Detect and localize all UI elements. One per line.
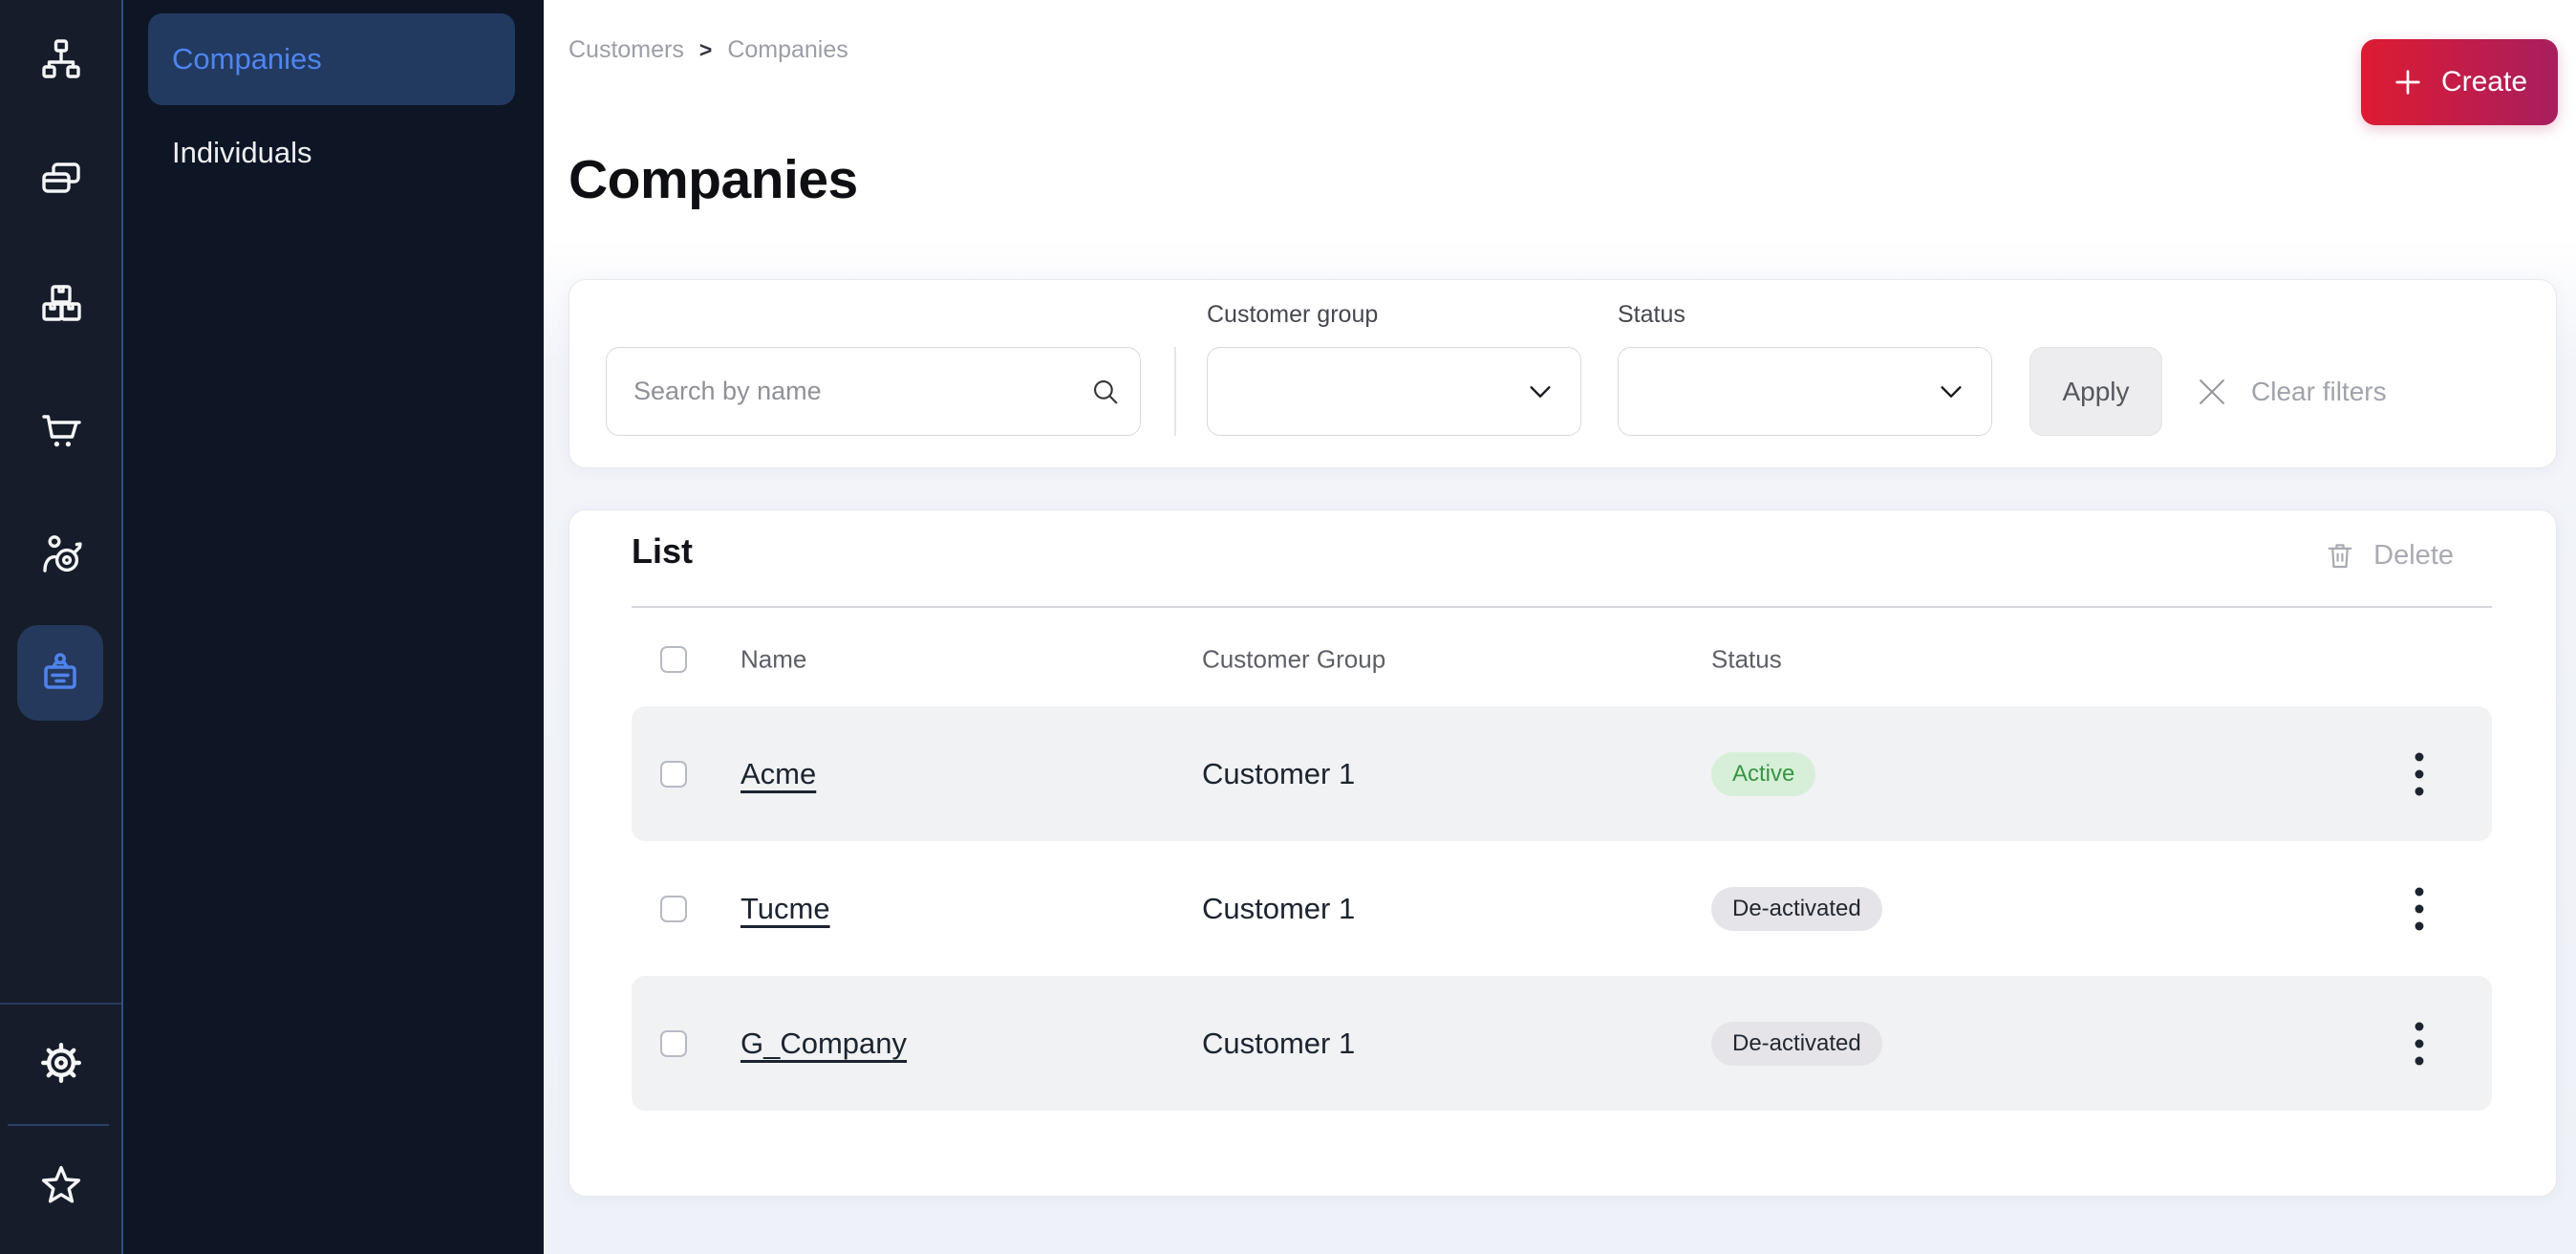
sidebar-item-companies[interactable]: Companies [148,13,515,105]
filter-divider [1174,347,1176,436]
row-checkbox[interactable] [660,896,687,922]
customers-badge-icon[interactable] [17,625,103,721]
table-row: G_Company Customer 1 De-activated [632,976,2492,1111]
marketing-target-icon[interactable] [33,527,89,582]
list-divider [632,606,2492,608]
sidebar-item-individuals[interactable]: Individuals [148,107,515,199]
list-title: List [632,531,693,572]
row-customer-group: Customer 1 [1202,892,1355,926]
company-name-link[interactable]: G_Company [741,1027,907,1061]
customer-group-select[interactable] [1207,347,1581,436]
row-actions-kebab-icon[interactable] [2400,1015,2438,1072]
row-status-cell: Active [1711,752,1815,796]
status-badge: Active [1711,752,1815,796]
column-header-status: Status [1711,645,1782,675]
row-customer-group: Customer 1 [1202,757,1355,791]
search-field-wrap [606,347,1141,436]
products-boxes-icon[interactable] [33,275,89,331]
table-row: Acme Customer 1 Active [632,706,2492,841]
breadcrumb-companies[interactable]: Companies [727,36,848,64]
customer-group-label: Customer group [1207,301,1378,329]
apply-button[interactable]: Apply [2029,347,2162,436]
list-card: List Delete Name Customer Group Status A… [569,509,2557,1197]
status-label: Status [1618,301,1685,329]
row-status-cell: De-activated [1711,1022,1882,1066]
search-icon [1089,376,1122,408]
chevron-down-icon [1525,377,1556,407]
column-header-group: Customer Group [1202,645,1385,675]
row-checkbox[interactable] [660,1030,687,1057]
x-icon [2194,374,2230,410]
secondary-sidebar: Companies Individuals [123,0,544,1254]
breadcrumb-customers[interactable]: Customers [569,36,684,64]
company-name-link[interactable]: Acme [741,757,816,791]
search-input[interactable] [606,347,1141,436]
page-title: Companies [569,148,858,211]
clear-filters-label: Clear filters [2251,377,2387,407]
main-content: Customers > Companies Create Companies C… [544,0,2576,1254]
column-header-name: Name [741,645,806,675]
status-select[interactable] [1618,347,1992,436]
table-row: Tucme Customer 1 De-activated [632,841,2492,976]
breadcrumb-separator: > [699,37,712,63]
table-header: Name Customer Group Status [632,623,2492,696]
apply-button-label: Apply [2062,377,2129,407]
settings-gear-icon[interactable] [33,1035,89,1091]
app-screen: Companies Individuals Customers > Compan… [0,0,2576,1254]
create-button-label: Create [2441,66,2527,98]
row-customer-group: Customer 1 [1202,1027,1355,1061]
rail-divider [0,1003,121,1005]
clear-filters-button[interactable]: Clear filters [2194,347,2387,436]
favorites-star-icon[interactable] [33,1157,89,1213]
delete-button[interactable]: Delete [2324,539,2454,572]
status-badge: De-activated [1711,1022,1882,1066]
row-checkbox[interactable] [660,761,687,788]
filters-card: Customer group Status Apply Clear filter [569,279,2557,468]
table-body: Acme Customer 1 Active Tucme Customer 1 … [632,706,2492,1111]
orders-cart-icon[interactable] [33,402,89,458]
breadcrumb: Customers > Companies [569,36,848,64]
sidebar-item-label: Individuals [172,136,311,170]
org-chart-icon[interactable] [33,32,89,87]
billing-cards-icon[interactable] [33,152,89,207]
company-name-link[interactable]: Tucme [741,892,830,926]
icon-rail-sidebar [0,0,123,1254]
row-status-cell: De-activated [1711,887,1882,931]
create-button[interactable]: Create [2361,39,2558,125]
chevron-down-icon [1936,377,1966,407]
sidebar-item-label: Companies [172,42,322,76]
status-badge: De-activated [1711,887,1882,931]
row-actions-kebab-icon[interactable] [2400,880,2438,938]
trash-icon [2324,539,2356,572]
delete-button-label: Delete [2373,540,2454,572]
row-actions-kebab-icon[interactable] [2400,746,2438,803]
select-all-checkbox[interactable] [660,646,687,673]
rail-divider [8,1124,109,1126]
plus-icon [2392,66,2424,98]
